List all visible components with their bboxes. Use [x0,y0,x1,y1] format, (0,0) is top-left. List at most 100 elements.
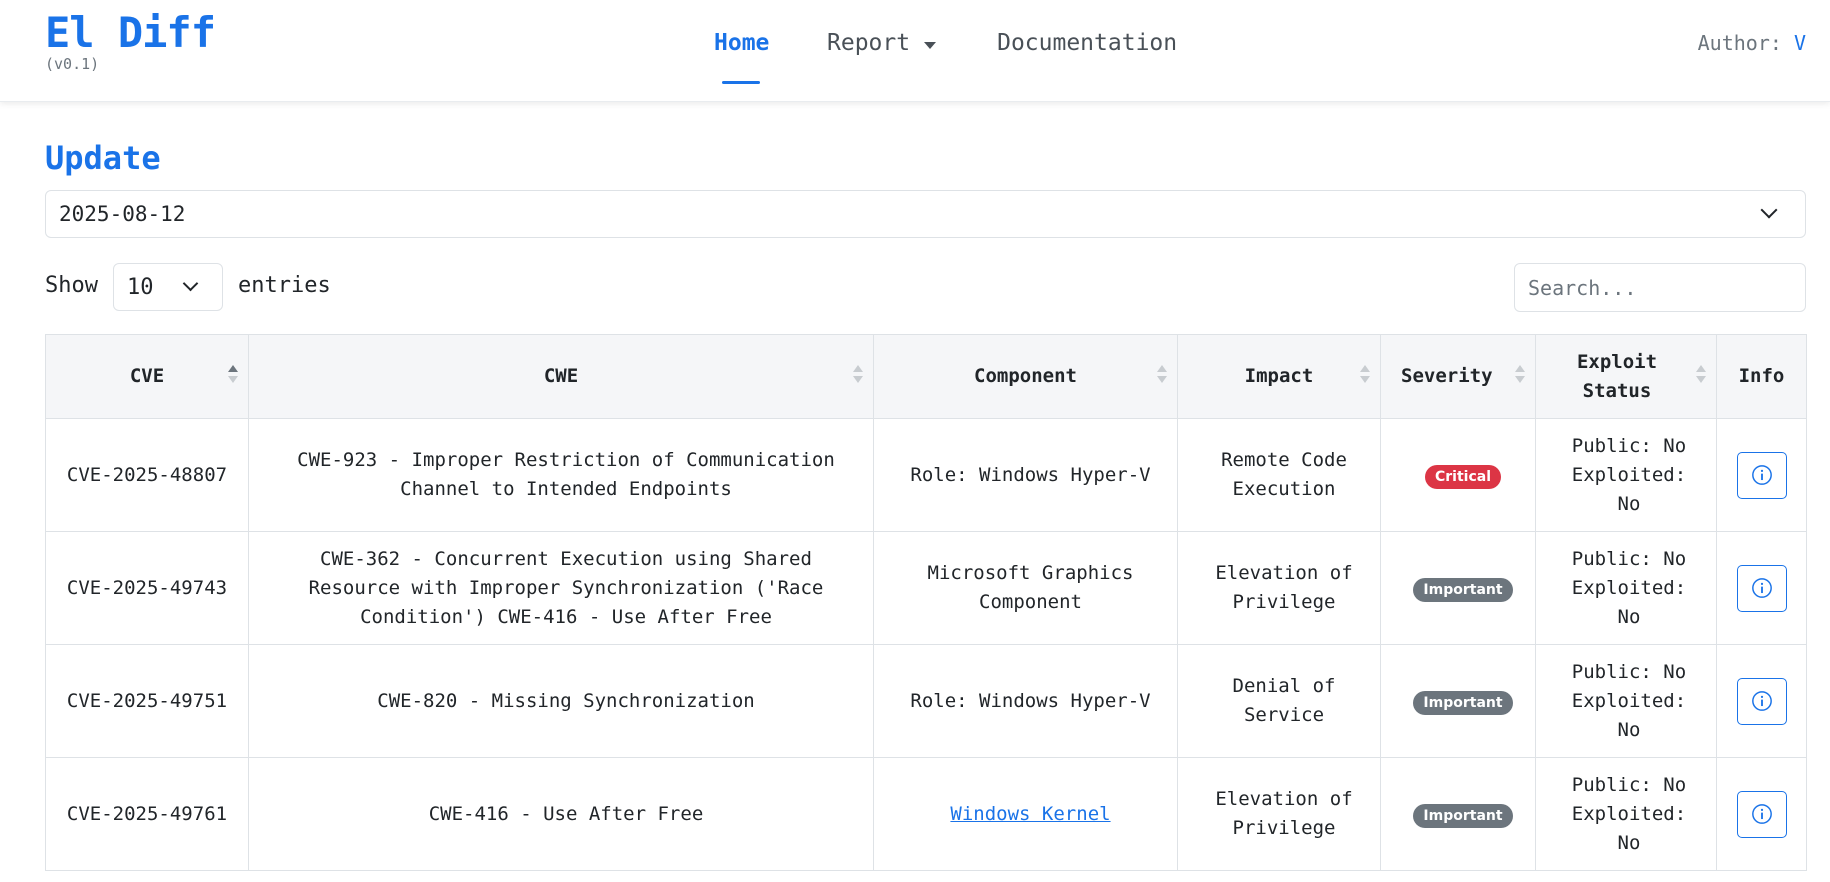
cell-cwe: CWE-362 - Concurrent Execution using Sha… [248,531,874,645]
cell-exploit-status: Public: No Exploited: No [1535,531,1717,645]
brand-title[interactable]: El Diff [45,8,216,58]
cell-impact: Elevation of Privilege [1177,531,1381,645]
column-header-label: Impact [1244,365,1314,387]
column-header-cve[interactable]: CVE [45,334,249,419]
cve-id: CVE-2025-49751 [66,689,228,712]
sort-icon [1360,365,1370,383]
cell-impact: Remote Code Execution [1177,418,1381,532]
cell-severity: Important [1380,757,1536,871]
column-header-cwe[interactable]: CWE [248,334,874,419]
column-header-impact[interactable]: Impact [1177,334,1381,419]
brand-version: (v0.1) [45,55,100,73]
impact-text: Denial of Service [1232,675,1336,726]
search-input[interactable] [1514,263,1806,312]
cell-info [1716,531,1807,645]
cell-component: Role: Windows Hyper-V [873,418,1178,532]
cell-cwe: CWE-416 - Use After Free [248,757,874,871]
brand[interactable]: El Diff (v0.1) [45,8,216,73]
entries-label: entries [238,273,331,298]
chevron-down-icon [1760,201,1778,219]
cell-cve: CVE-2025-49743 [45,531,249,645]
cell-exploit-status: Public: No Exploited: No [1535,418,1717,532]
sort-icon [853,365,863,383]
info-button[interactable] [1736,790,1787,838]
page-length-select[interactable]: 10 [113,263,223,311]
info-button[interactable] [1736,564,1787,612]
exploited-status: Exploited: No [1571,576,1687,628]
exploited-status: Exploited: No [1571,689,1687,741]
severity-badge: Important [1413,577,1513,602]
cwe-text: CWE-416 - Use After Free [428,802,704,825]
table-row: CVE-2025-48807 CWE-923 - Improper Restric… [45,418,1807,532]
cell-info [1716,757,1807,871]
cell-impact: Elevation of Privilege [1177,757,1381,871]
column-header-label: CWE [543,365,579,387]
nav-report-dropdown[interactable]: Report [827,0,937,102]
public-status: Public: No [1571,547,1687,570]
cell-cve: CVE-2025-49751 [45,644,249,758]
exploited-status: Exploited: No [1571,463,1687,515]
cell-component: Windows Kernel [873,757,1178,871]
column-header-severity[interactable]: Severity [1380,334,1536,419]
column-header-exploit-status[interactable]: Exploit Status [1535,334,1717,419]
public-status: Public: No [1571,660,1687,683]
severity-badge: Important [1413,690,1513,715]
public-status: Public: No [1571,773,1687,796]
component-text: Microsoft Graphics Component [927,562,1134,613]
info-button[interactable] [1736,451,1787,499]
component-text: Role: Windows Hyper-V [910,689,1151,712]
nav-home-label: Home [714,30,770,56]
cell-severity: Important [1380,644,1536,758]
update-date-select[interactable]: 2025-08-12 [45,190,1806,238]
table-body: CVE-2025-48807 CWE-923 - Improper Restric… [45,418,1807,871]
top-navbar: El Diff (v0.1) Home Report Documentation… [0,0,1830,102]
author-info: Author: V [1698,31,1806,55]
cell-severity: Critical [1380,418,1536,532]
impact-text: Remote Code Execution [1221,449,1347,500]
column-header-label: CVE [129,365,165,387]
cell-exploit-status: Public: No Exploited: No [1535,644,1717,758]
component-link[interactable]: Windows Kernel [950,803,1110,825]
main-nav: Home Report Documentation [714,0,1177,102]
column-header-label: Info [1738,365,1785,387]
column-header-component[interactable]: Component [873,334,1178,419]
cell-info [1716,418,1807,532]
sort-ascending-icon [228,365,238,383]
sort-icon [1515,365,1525,383]
cve-id: CVE-2025-48807 [66,463,228,486]
info-circle-icon [1751,578,1772,598]
cell-component: Microsoft Graphics Component [873,531,1178,645]
nav-report-label: Report [827,30,911,56]
cell-cve: CVE-2025-48807 [45,418,249,532]
show-label: Show [45,273,98,298]
severity-badge: Critical [1424,464,1501,489]
sort-icon [1157,365,1167,383]
cwe-text: CWE-923 - Improper Restriction of Commun… [297,449,835,500]
cve-id: CVE-2025-49743 [66,576,228,599]
author-name[interactable]: V [1794,31,1806,55]
column-header-label: Exploit Status [1576,350,1658,402]
table-row: CVE-2025-49751 CWE-820 - Missing Synchron… [45,644,1807,758]
cell-severity: Important [1380,531,1536,645]
info-circle-icon [1751,691,1772,711]
cwe-text: CWE-362 - Concurrent Execution using Sha… [308,547,824,628]
cwe-text: CWE-820 - Missing Synchronization [377,689,755,712]
active-tab-indicator [722,81,760,84]
component-text: Role: Windows Hyper-V [910,463,1151,486]
cell-cwe: CWE-820 - Missing Synchronization [248,644,874,758]
info-button[interactable] [1736,677,1787,725]
page-length-value: 10 [127,275,154,300]
nav-documentation[interactable]: Documentation [997,0,1177,102]
table-row: CVE-2025-49743 CWE-362 - Concurrent Execu… [45,531,1807,645]
author-label: Author: [1697,31,1782,55]
impact-text: Elevation of Privilege [1215,562,1353,613]
caret-down-icon [924,42,937,49]
cell-impact: Denial of Service [1177,644,1381,758]
table-header-row: CVE CWE Component Impact Severity Exploi… [45,334,1807,419]
column-header-label: Severity [1401,365,1493,387]
chevron-down-icon [182,275,199,292]
cell-cve: CVE-2025-49761 [45,757,249,871]
cve-id: CVE-2025-49761 [66,802,228,825]
selected-date: 2025-08-12 [59,202,186,226]
nav-home[interactable]: Home [714,0,770,102]
